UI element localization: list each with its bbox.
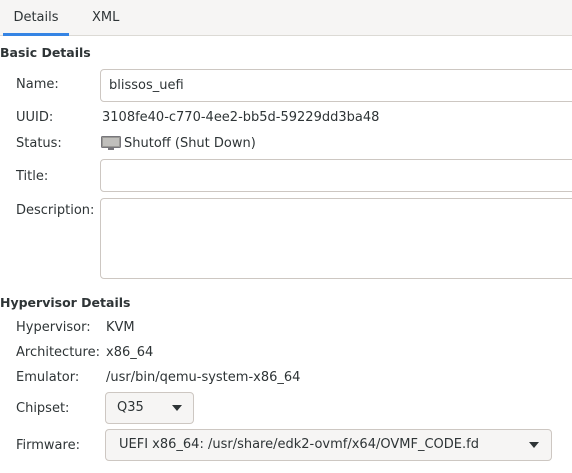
chipset-selected-value: Q35 — [117, 400, 144, 415]
basic-details-heading: Basic Details — [0, 45, 91, 60]
architecture-label: Architecture: — [16, 345, 100, 360]
hypervisor-label: Hypervisor: — [16, 320, 91, 335]
name-label: Name: — [16, 77, 59, 92]
chevron-down-icon — [529, 442, 539, 448]
title-label: Title: — [16, 169, 49, 184]
firmware-dropdown[interactable]: UEFI x86_64: /usr/share/edk2-ovmf/x64/OV… — [105, 429, 552, 461]
description-field[interactable] — [100, 198, 572, 279]
name-field[interactable]: blissos_uefi — [100, 69, 572, 102]
tab-xml[interactable]: XML — [92, 0, 119, 35]
architecture-value: x86_64 — [106, 345, 154, 360]
uuid-value: 3108fe40-c770-4ee2-bb5d-59229dd3ba48 — [102, 110, 380, 125]
chipset-dropdown[interactable]: Q35 — [105, 392, 194, 424]
title-field[interactable] — [100, 159, 572, 192]
name-field-value: blissos_uefi — [109, 78, 184, 93]
status-value: Shutoff (Shut Down) — [124, 136, 256, 151]
monitor-icon — [101, 136, 121, 150]
emulator-label: Emulator: — [16, 370, 80, 385]
firmware-selected-value: UEFI x86_64: /usr/share/edk2-ovmf/x64/OV… — [119, 437, 479, 452]
emulator-value: /usr/bin/qemu-system-x86_64 — [106, 370, 301, 385]
chipset-label: Chipset: — [16, 401, 70, 416]
tab-bar: Details XML — [0, 0, 572, 36]
hypervisor-value: KVM — [106, 320, 135, 335]
firmware-label: Firmware: — [16, 438, 80, 453]
status-label: Status: — [16, 136, 62, 151]
tab-details[interactable]: Details — [3, 0, 69, 36]
hypervisor-details-heading: Hypervisor Details — [0, 295, 131, 310]
chevron-down-icon — [172, 405, 182, 411]
description-label: Description: — [16, 203, 95, 218]
uuid-label: UUID: — [16, 110, 54, 125]
